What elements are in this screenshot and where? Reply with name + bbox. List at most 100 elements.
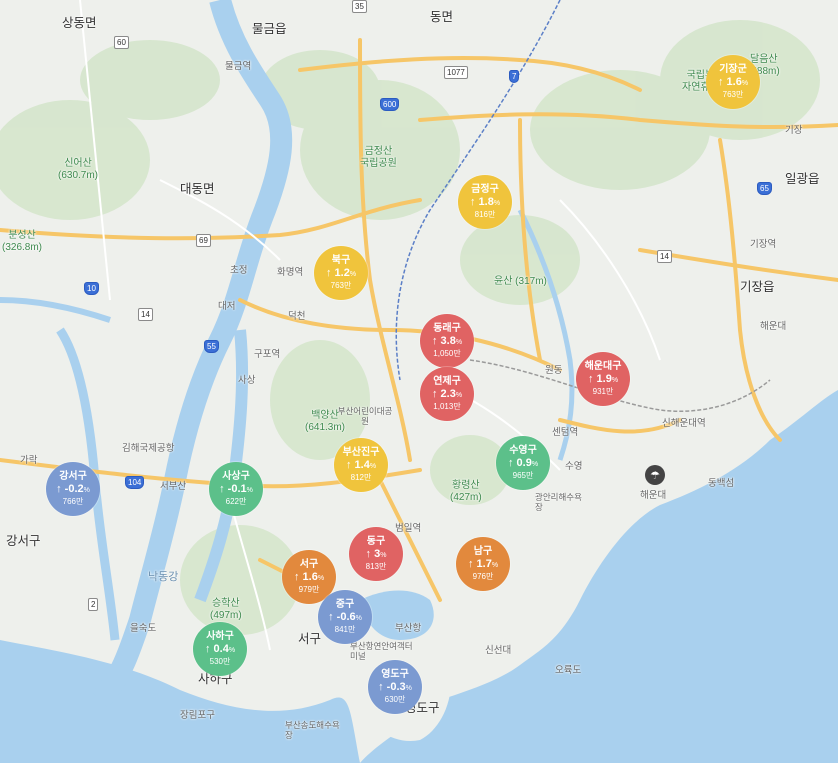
mountain-label: 승학산 (497m) xyxy=(210,598,242,621)
price-change-value: -0.2 xyxy=(64,483,84,495)
place-label: 신해운대역 xyxy=(662,418,706,429)
arrow-up-icon: ↑ xyxy=(204,643,211,655)
route-shield: 10 xyxy=(84,282,99,295)
place-label: 동백섬 xyxy=(708,478,735,489)
district-bubble[interactable]: 연제구 ↑ 2.3% 1,013만 xyxy=(420,367,474,421)
route-shield: 1077 xyxy=(444,66,468,79)
price-change-value: 1.7 xyxy=(476,558,492,570)
price-change-unit: % xyxy=(405,685,412,692)
route-shield: 35 xyxy=(352,0,367,13)
arrow-up-icon: ↑ xyxy=(328,611,334,623)
route-shield: 104 xyxy=(125,476,145,489)
price-change: ↑ 1.8% xyxy=(470,196,500,210)
price-change-value: -0.3 xyxy=(386,681,406,693)
district-bubble[interactable]: 중구 ↑ -0.6% 841만 xyxy=(318,590,372,644)
district-price-map[interactable]: 상동면 물금읍 동면 대동면 기장읍 일광읍 강서구 서구 영도구 사하구 낙동… xyxy=(0,0,838,763)
place-label: 강서구 xyxy=(6,534,41,548)
place-label: 범일역 xyxy=(395,523,422,534)
price-change-value: -0.6 xyxy=(336,611,356,623)
place-label: 김해국제공항 xyxy=(122,443,175,454)
district-name: 사하구 xyxy=(206,631,234,642)
arrow-up-icon: ↑ xyxy=(717,76,724,88)
district-bubble[interactable]: 사하구 ↑ 0.4% 530만 xyxy=(193,622,247,676)
district-bubble[interactable]: 수영구 ↑ 0.9% 965만 xyxy=(496,436,550,490)
price-change-unit: % xyxy=(246,487,253,494)
price-change-value: 1.2 xyxy=(334,267,350,279)
price-change-value: 0.4 xyxy=(213,643,229,655)
arrow-up-icon: ↑ xyxy=(469,196,476,208)
price-change: ↑ 3.8% xyxy=(432,335,462,349)
mountain-label: 백양산 (641.3m) xyxy=(305,410,346,433)
price-change-value: -0.1 xyxy=(227,483,247,495)
district-bubble[interactable]: 영도구 ↑ -0.3% 630만 xyxy=(368,660,422,714)
price-per-area: 1,013만 xyxy=(433,402,461,411)
place-label: 원동 xyxy=(545,365,563,376)
price-change-value: 1.6 xyxy=(302,571,318,583)
price-per-area: 931만 xyxy=(592,387,614,396)
place-label: 상동면 xyxy=(62,16,97,30)
route-shield: 69 xyxy=(196,234,211,247)
place-label: 기장 xyxy=(785,125,803,136)
price-change: ↑ 0.4% xyxy=(205,643,235,657)
price-change-value: 1.8 xyxy=(478,196,494,208)
price-change: ↑ -0.1% xyxy=(219,483,253,497)
price-change-unit: % xyxy=(355,615,362,622)
district-bubble[interactable]: 금정구 ↑ 1.8% 816만 xyxy=(458,175,512,229)
district-name: 해운대구 xyxy=(584,361,622,372)
price-change-unit: % xyxy=(369,463,377,470)
district-bubble[interactable]: 강서구 ↑ -0.2% 766만 xyxy=(46,462,100,516)
arrow-up-icon: ↑ xyxy=(587,373,594,385)
place-label: 서부산 xyxy=(160,481,187,492)
route-shield: 2 xyxy=(88,598,99,611)
place-label: 센텀역 xyxy=(552,427,579,438)
district-bubble[interactable]: 사상구 ↑ -0.1% 622만 xyxy=(209,462,263,516)
arrow-up-icon: ↑ xyxy=(56,483,62,495)
price-per-area: 816만 xyxy=(474,210,496,219)
place-label: 서구 xyxy=(298,632,322,646)
sea-west xyxy=(0,640,360,763)
district-bubble[interactable]: 기장군 ↑ 1.6% 763만 xyxy=(706,55,760,109)
place-label: 일광읍 xyxy=(785,172,820,186)
beach-umbrella-icon[interactable]: ☂ xyxy=(645,465,665,485)
price-per-area: 1,050만 xyxy=(433,349,461,358)
district-name: 금정구 xyxy=(471,184,499,195)
district-name: 동래구 xyxy=(433,323,461,334)
price-change: ↑ 2.3% xyxy=(432,388,462,402)
district-name: 동구 xyxy=(366,536,386,547)
route-shield: 7 xyxy=(509,70,520,83)
price-per-area: 763만 xyxy=(722,90,744,99)
price-change: ↑ 1.7% xyxy=(468,558,498,572)
district-bubble[interactable]: 북구 ↑ 1.2% 763만 xyxy=(314,246,368,300)
district-name: 중구 xyxy=(335,599,355,610)
price-change: ↑ -0.6% xyxy=(328,611,362,625)
price-change-unit: % xyxy=(83,487,90,494)
district-name: 연제구 xyxy=(433,376,461,387)
price-change: ↑ 1.4% xyxy=(346,459,376,473)
price-change-value: 1.6 xyxy=(726,76,742,88)
district-bubble[interactable]: 남구 ↑ 1.7% 976만 xyxy=(456,537,510,591)
district-name: 부산진구 xyxy=(342,447,380,458)
price-change: ↑ 1.2% xyxy=(326,267,356,281)
price-change-unit: % xyxy=(380,552,387,559)
price-change-unit: % xyxy=(491,562,499,569)
district-bubble[interactable]: 해운대구 ↑ 1.9% 931만 xyxy=(576,352,630,406)
price-per-area: 812만 xyxy=(350,473,372,482)
place-label: 대동면 xyxy=(180,182,215,196)
district-bubble[interactable]: 동래구 ↑ 3.8% 1,050만 xyxy=(420,314,474,368)
mountain-label: 신어산 (630.7m) xyxy=(58,158,99,181)
price-change: ↑ 1.6% xyxy=(718,76,748,90)
price-change-unit: % xyxy=(349,271,357,278)
district-name: 강서구 xyxy=(59,471,87,482)
price-per-area: 813만 xyxy=(365,562,387,571)
mountain-label: 분성산 (326.8m) xyxy=(2,230,43,253)
mountain-label: 윤산 (317m) xyxy=(494,276,547,287)
route-shield: 600 xyxy=(380,98,400,111)
district-bubble[interactable]: 부산진구 ↑ 1.4% 812만 xyxy=(334,438,388,492)
arrow-up-icon: ↑ xyxy=(365,548,372,560)
price-change-unit: % xyxy=(317,575,325,582)
place-label: 사상 xyxy=(238,375,256,386)
district-bubble[interactable]: 동구 ↑ 3% 813만 xyxy=(349,527,403,581)
price-change-unit: % xyxy=(455,339,463,346)
route-shield: 60 xyxy=(114,36,129,49)
price-change-unit: % xyxy=(493,200,501,207)
